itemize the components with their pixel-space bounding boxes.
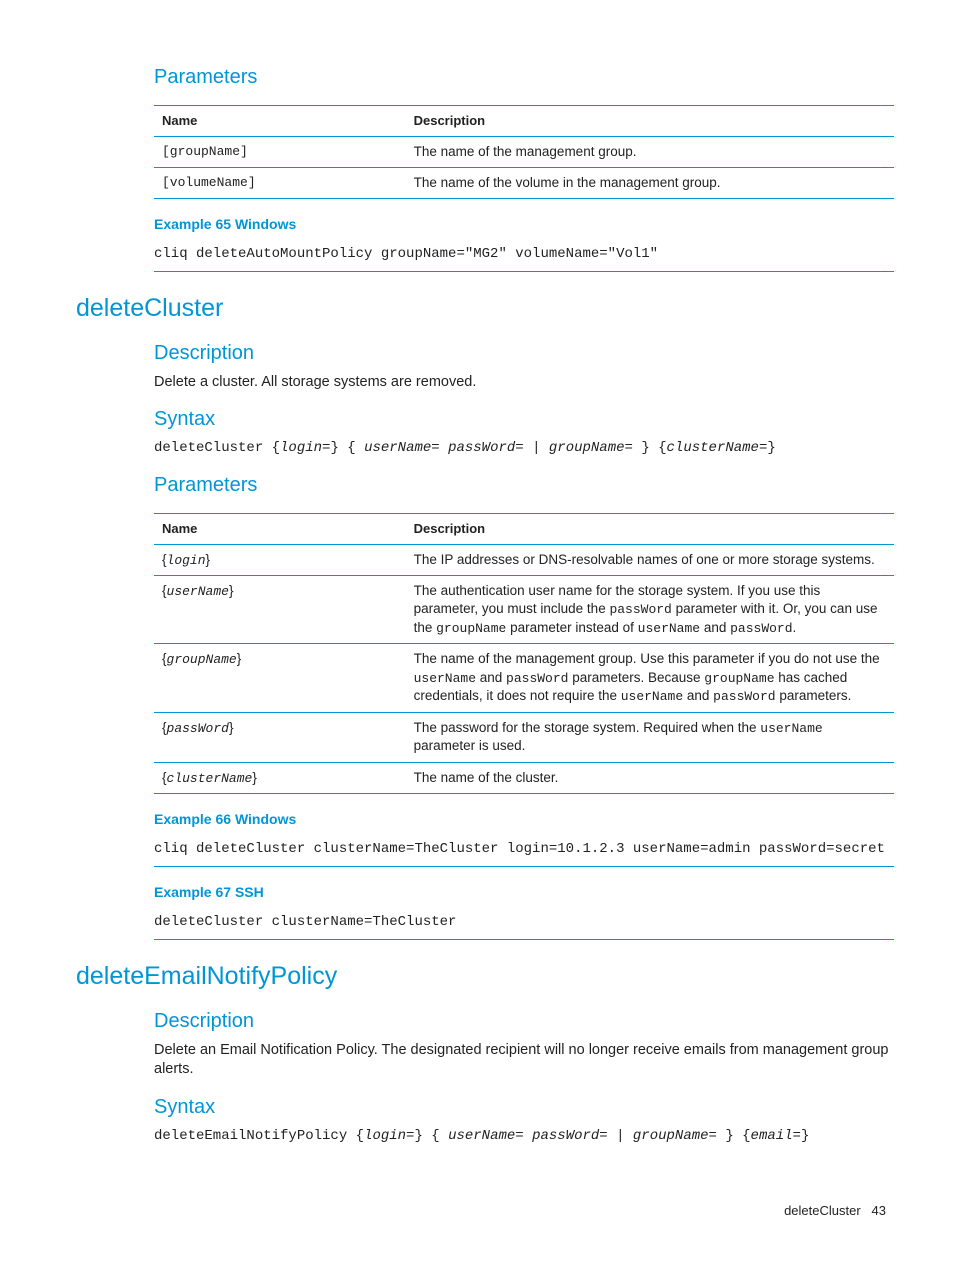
description-heading: Description (154, 340, 894, 367)
param-desc: The name of the management group. Use th… (406, 644, 894, 712)
col-name: Name (154, 106, 406, 137)
table-row: {passWord} The password for the storage … (154, 712, 894, 762)
syntax-text: } { (641, 440, 666, 456)
syntax-heading: Syntax (154, 406, 894, 433)
parameters-heading-2: Parameters (154, 472, 894, 499)
table-row: {clusterName} The name of the cluster. (154, 762, 894, 794)
text: parameter instead of (506, 620, 637, 635)
text: parameters. Because (568, 670, 704, 685)
param-code-text: passWord (167, 721, 229, 736)
text: . (793, 620, 797, 635)
table-header-row: Name Description (154, 106, 894, 137)
table-row: {groupName} The name of the management g… (154, 644, 894, 712)
table-header-row: Name Description (154, 514, 894, 545)
syntax-text: } (801, 1128, 809, 1144)
syntax-text: } (767, 440, 775, 456)
code: passWord (506, 671, 568, 686)
parameters-table-2: Name Description {{login}login} The IP a… (154, 513, 894, 794)
param-name: {clusterName} (154, 762, 406, 794)
code: userName (621, 689, 683, 704)
code: passWord (713, 689, 775, 704)
table-row: [volumeName] The name of the volume in t… (154, 167, 894, 198)
text: and (700, 620, 730, 635)
brace: } (252, 770, 257, 785)
param-code-text: groupName (167, 652, 237, 667)
text: parameter is used. (414, 738, 526, 753)
code: passWord (609, 602, 671, 617)
brace: } (229, 583, 234, 598)
syntax-heading: Syntax (154, 1094, 894, 1121)
text: and (683, 688, 713, 703)
example-67-heading: Example 67 SSH (154, 883, 894, 902)
param-desc: The name of the management group. (406, 136, 894, 167)
code: userName (638, 621, 700, 636)
deleteemailnotifypolicy-heading: deleteEmailNotifyPolicy (76, 960, 894, 994)
param-desc: The password for the storage system. Req… (406, 712, 894, 762)
param-name: {passWord} (154, 712, 406, 762)
param-desc: The name of the volume in the management… (406, 167, 894, 198)
text: The password for the storage system. Req… (414, 720, 761, 735)
col-description: Description (406, 514, 894, 545)
footer-section: deleteCluster (784, 1203, 861, 1218)
syntax-text: } { (414, 1128, 448, 1144)
footer-page-number: 43 (872, 1203, 886, 1218)
parameters-table-1: Name Description [groupName] The name of… (154, 105, 894, 199)
param-code-text: clusterName (167, 771, 253, 786)
param-name: {groupName} (154, 644, 406, 712)
description-text: Delete a cluster. All storage systems ar… (154, 373, 894, 393)
page-footer: deleteCluster 43 (78, 1202, 894, 1220)
example-65-heading: Example 65 Windows (154, 215, 894, 234)
code: passWord (730, 621, 792, 636)
description-text: Delete an Email Notification Policy. The… (154, 1041, 894, 1080)
syntax-command: deleteEmailNotifyPolicy { (154, 1128, 364, 1144)
syntax-line: deleteEmailNotifyPolicy {login=} { userN… (154, 1127, 894, 1146)
parameters-heading-1: Parameters (154, 64, 894, 91)
param-desc: The name of the cluster. (406, 762, 894, 794)
code: userName (760, 721, 822, 736)
param-name: [volumeName] (154, 167, 406, 198)
syntax-arg: userName= passWord= | groupName= (364, 440, 641, 456)
example-66-heading: Example 66 Windows (154, 810, 894, 829)
text: parameters. (776, 688, 852, 703)
col-description: Description (406, 106, 894, 137)
text: The name of the management group. Use th… (414, 651, 880, 666)
param-code-text: userName (167, 584, 229, 599)
brace: } (237, 651, 242, 666)
syntax-arg: login= (280, 440, 330, 456)
example-65-code: cliq deleteAutoMountPolicy groupName="MG… (154, 240, 894, 272)
brace: } (229, 720, 234, 735)
table-row: [groupName] The name of the management g… (154, 136, 894, 167)
param-desc: The authentication user name for the sto… (406, 576, 894, 644)
syntax-command: deleteCluster { (154, 440, 280, 456)
param-name: {userName} (154, 576, 406, 644)
text: and (476, 670, 506, 685)
syntax-line: deleteCluster {login=} { userName= passW… (154, 439, 894, 458)
param-code-text: login (167, 553, 206, 568)
code: groupName (704, 671, 774, 686)
param-name: {{login}login} (154, 544, 406, 576)
syntax-arg: email= (751, 1128, 801, 1144)
syntax-arg: login= (364, 1128, 414, 1144)
example-66-code: cliq deleteCluster clusterName=TheCluste… (154, 835, 894, 867)
syntax-text: } { (330, 440, 364, 456)
brace: } (206, 552, 211, 567)
param-desc: The IP addresses or DNS-resolvable names… (406, 544, 894, 576)
description-heading: Description (154, 1008, 894, 1035)
col-name: Name (154, 514, 406, 545)
code: groupName (436, 621, 506, 636)
param-name: [groupName] (154, 136, 406, 167)
table-row: {{login}login} The IP addresses or DNS-r… (154, 544, 894, 576)
syntax-arg: userName= passWord= | groupName= (448, 1128, 725, 1144)
deletecluster-heading: deleteCluster (76, 292, 894, 326)
code: userName (414, 671, 476, 686)
syntax-arg: clusterName= (667, 440, 768, 456)
example-67-code: deleteCluster clusterName=TheCluster (154, 908, 894, 940)
table-row: {userName} The authentication user name … (154, 576, 894, 644)
syntax-text: } { (725, 1128, 750, 1144)
